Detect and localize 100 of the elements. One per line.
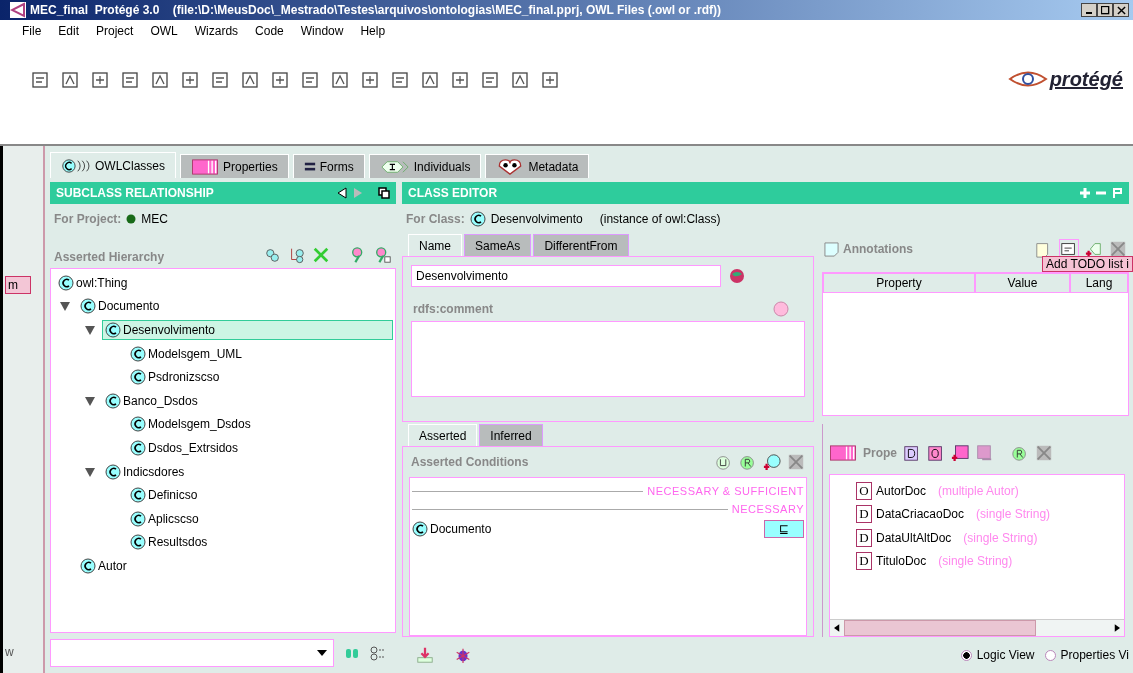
tab[interactable]: Properties [180, 154, 289, 178]
tab[interactable]: Individuals [368, 154, 482, 178]
annotations-label: Annotations [843, 242, 913, 256]
menu-item[interactable]: Code [255, 24, 284, 38]
properties-label: Prope [863, 446, 897, 460]
property-name[interactable]: DataCriacaoDoc [876, 507, 965, 522]
add-datatype-icon[interactable] [903, 444, 921, 462]
comment-field[interactable] [411, 321, 805, 397]
add-subclass-icon[interactable] [264, 246, 282, 264]
note-icon [824, 241, 839, 257]
class-name: Desenvolvimento [490, 212, 583, 226]
globe-icon[interactable] [729, 268, 745, 284]
tree-item[interactable]: Desenvolvimento [102, 320, 393, 340]
search-icon[interactable] [374, 246, 392, 264]
conditions-label: Asserted Conditions [411, 455, 529, 469]
column-header[interactable]: Property [823, 273, 975, 293]
menu-item[interactable]: File [22, 24, 42, 38]
caret-icon [317, 650, 327, 656]
tab[interactable]: Metadata [485, 154, 590, 178]
delete-icon[interactable] [1035, 444, 1053, 462]
window-title: MEC_final Protégé 3.0 (file:\D:\MeusDoc\_Mestrado\Testes\arquivos\ontologias\MEC_final.pprj, OWL Files (.owl or .rdf)) [30, 3, 722, 17]
close-button[interactable] [1113, 3, 1129, 17]
delete-icon[interactable] [1109, 240, 1127, 258]
tree-item[interactable]: Resultsdos [127, 532, 213, 553]
tree-item[interactable]: Documento [77, 296, 165, 317]
add-object-icon[interactable] [927, 444, 945, 462]
property-detail: (single String) [938, 554, 1013, 569]
tree-item[interactable]: Aplicscso [127, 508, 204, 529]
menu-item[interactable]: Edit [58, 24, 80, 38]
expanded-arrow-icon[interactable] [59, 300, 71, 313]
hierarchy-label: Asserted Hierarchy [54, 250, 165, 264]
view-radio[interactable]: Properties Vi [1044, 648, 1129, 662]
column-header[interactable]: Value [975, 273, 1070, 293]
menu-item[interactable]: Wizards [194, 24, 239, 38]
tab[interactable]: Name [408, 234, 462, 256]
menu-item[interactable]: Project [96, 24, 134, 38]
view-radio[interactable]: Logic View [960, 648, 1035, 662]
add-restriction-icon[interactable] [1011, 444, 1029, 462]
minimize-button[interactable] [1081, 3, 1097, 17]
tree-item[interactable]: Dsdos_Extrsidos [127, 437, 244, 458]
tab[interactable]: Forms [292, 154, 365, 178]
maximize-button[interactable] [1097, 3, 1113, 17]
individual-tab-icon [379, 159, 410, 174]
tree-item[interactable]: Banco_Dsdos [102, 390, 203, 411]
add-condition-icon[interactable] [715, 453, 733, 471]
property-type-badge: D [856, 505, 872, 524]
menu-item[interactable]: Window [300, 24, 344, 38]
property-type-badge: O [856, 481, 872, 500]
property-type-badge: D [856, 528, 872, 547]
tab[interactable]: OWLClasses [50, 152, 176, 178]
delete-icon[interactable] [787, 453, 805, 471]
class-type: (instance of owl:Class) [599, 212, 721, 226]
tree-item[interactable]: Definicso [127, 485, 203, 506]
strip-tab[interactable]: m [5, 276, 31, 294]
expanded-arrow-icon[interactable] [84, 324, 96, 336]
horizontal-scrollbar[interactable] [830, 619, 1124, 636]
column-header[interactable]: Lang [1070, 273, 1128, 293]
tree-item[interactable]: Modelsgem_UML [127, 343, 248, 364]
tab[interactable]: SameAs [464, 234, 532, 256]
property-icon [829, 445, 857, 461]
add-property-icon[interactable] [951, 444, 969, 462]
property-detail: (single String) [976, 507, 1051, 522]
condition-item[interactable]: Documento [412, 521, 492, 537]
class-tab-icon [61, 157, 91, 174]
logo-text: protégé [1049, 67, 1123, 91]
tab[interactable]: Inferred [479, 424, 543, 446]
panel-title: CLASS EDITOR [408, 186, 499, 200]
property-name[interactable]: AutorDoc [876, 483, 927, 498]
tree-item[interactable]: Psdronizscso [127, 367, 225, 388]
tab[interactable]: DifferentFrom [533, 234, 629, 256]
download-icon[interactable] [416, 646, 434, 664]
expanded-arrow-icon[interactable] [84, 465, 96, 478]
add-instance-icon[interactable] [1085, 240, 1103, 258]
expanded-arrow-icon[interactable] [84, 394, 96, 407]
tree-item[interactable]: Autor [77, 555, 132, 576]
menu-item[interactable]: OWL [150, 24, 178, 38]
close-icon [1116, 5, 1126, 15]
minimize-icon [1086, 12, 1092, 14]
name-field[interactable]: Desenvolvimento [411, 265, 721, 287]
property-name[interactable]: TituloDoc [876, 554, 927, 569]
scroll-left-icon [834, 623, 840, 633]
menu-item[interactable]: Help [360, 24, 386, 38]
app-logo-icon [10, 2, 26, 18]
forms-tab-icon [303, 160, 316, 173]
tab[interactable]: Asserted [408, 424, 478, 446]
add-class-icon[interactable] [763, 453, 781, 471]
remove-property-icon[interactable] [975, 444, 993, 462]
windows-icon[interactable] [378, 187, 390, 199]
maximize-icon [1100, 5, 1110, 15]
add-restriction-icon[interactable] [739, 453, 757, 471]
for-class-label: For Class: [406, 212, 465, 226]
tree-item[interactable]: owl:Thing [55, 272, 133, 293]
tree-item[interactable]: Indicsdores [102, 461, 190, 482]
bug-icon[interactable] [454, 646, 472, 664]
add-sibling-icon[interactable] [288, 246, 306, 264]
property-tab-icon [191, 158, 219, 175]
subclass-operator-button[interactable]: ⊑ [764, 520, 804, 538]
property-name[interactable]: DataUltAltDoc [876, 530, 952, 545]
class-list-icon[interactable] [370, 645, 386, 661]
tree-item[interactable]: Modelsgem_Dsdos [127, 414, 256, 435]
